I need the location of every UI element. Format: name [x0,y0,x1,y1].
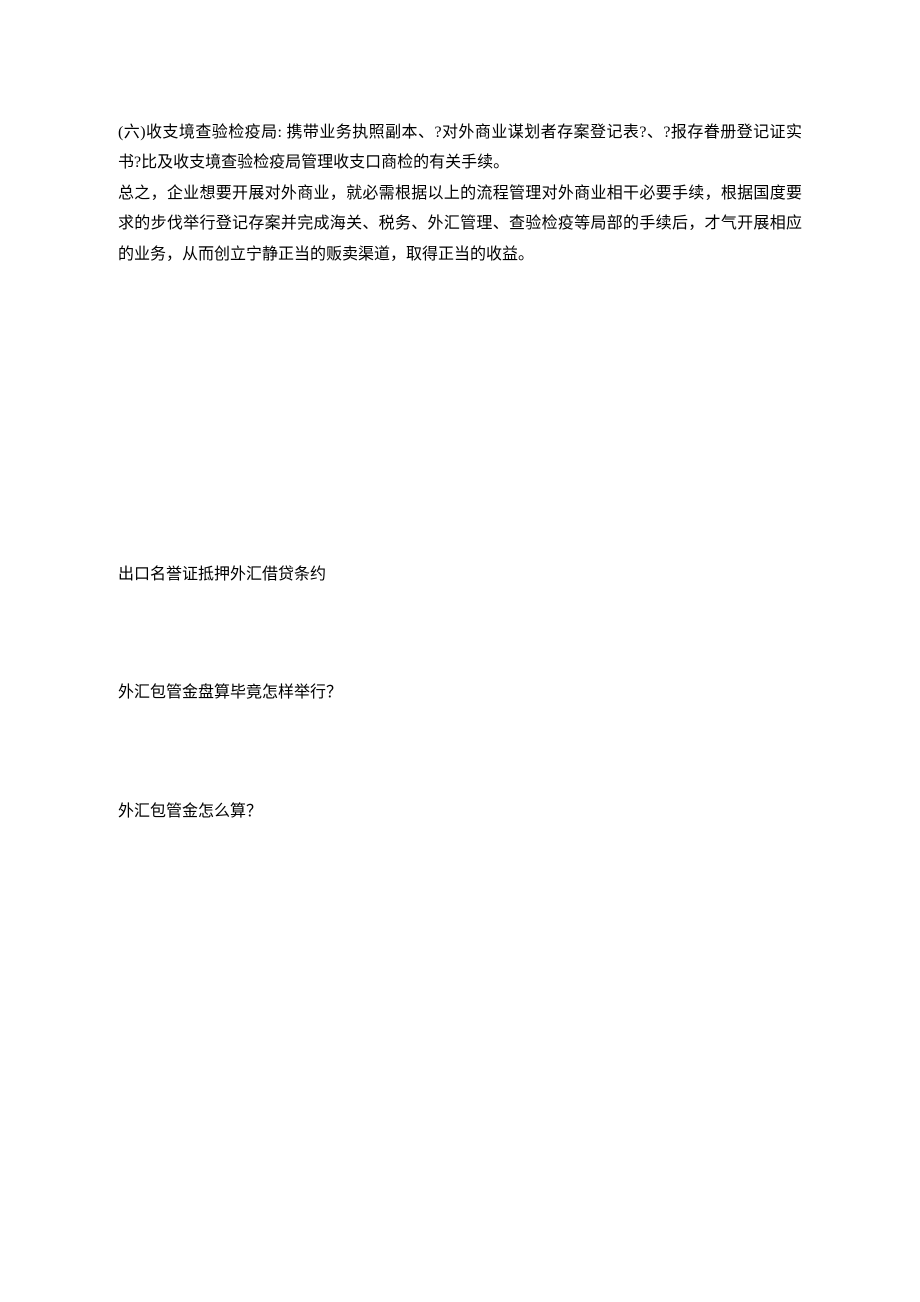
spacer [118,590,802,678]
document-page: (六)收支境查验检疫局: 携带业务执照副本、?对外商业谋划者存案登记表?、?报存… [0,0,920,1302]
paragraph-summary: 总之，企业想要开展对外商业，就必需根据以上的流程管理对外商业相干必要手续，根据国… [118,179,802,270]
line-margin-calc: 外汇包管金怎么算？ [118,797,802,827]
line-margin-calc-how: 外汇包管金盘算毕竟怎样举行？ [118,678,802,708]
spacer [118,709,802,797]
line-export-credit: 出口名誉证抵押外汇借贷条约 [118,560,802,590]
paragraph-six: (六)收支境查验检疫局: 携带业务执照副本、?对外商业谋划者存案登记表?、?报存… [118,118,802,179]
spacer [118,270,802,560]
